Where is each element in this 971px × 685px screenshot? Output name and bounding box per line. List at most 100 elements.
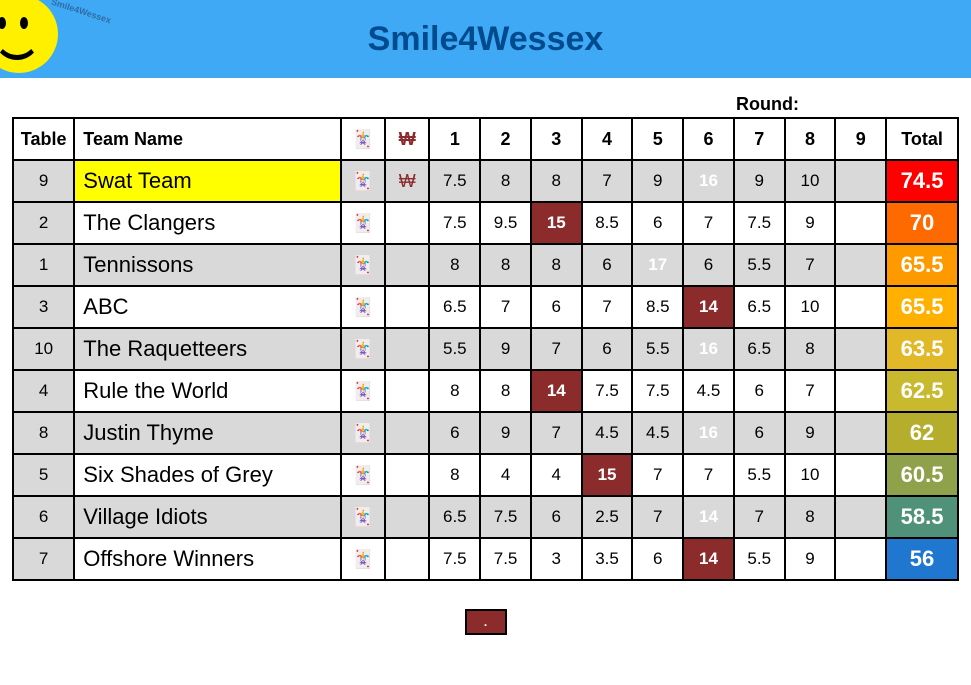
score-cell: 7 — [632, 496, 683, 538]
score-cell: 5.5 — [734, 244, 785, 286]
score-cell: 8 — [429, 454, 480, 496]
score-cell: 7 — [582, 286, 633, 328]
score-cell — [835, 244, 886, 286]
total-cell: 65.5 — [886, 244, 958, 286]
round-label: Round: — [12, 94, 959, 115]
score-cell: 8 — [785, 496, 836, 538]
score-cell: 15 — [531, 202, 582, 244]
joker-icon: 🃏 — [341, 496, 385, 538]
score-cell — [835, 202, 886, 244]
page-title: Smile4Wessex — [0, 20, 971, 59]
table-number-cell: 2 — [13, 202, 74, 244]
header-total: Total — [886, 118, 958, 160]
score-cell: 6 — [734, 370, 785, 412]
header-round-9: 9 — [835, 118, 886, 160]
score-cell: 8 — [429, 244, 480, 286]
header-row: Table Team Name 🃏 ₩ 1 2 3 4 5 6 7 8 9 To… — [13, 118, 958, 160]
score-cell: 6.5 — [429, 496, 480, 538]
score-cell — [835, 286, 886, 328]
total-cell: 56 — [886, 538, 958, 580]
score-cell: 14 — [531, 370, 582, 412]
header-round-4: 4 — [582, 118, 633, 160]
score-cell: 16 — [683, 160, 734, 202]
wager-icon — [385, 412, 429, 454]
score-cell — [835, 454, 886, 496]
score-cell: 9.5 — [480, 202, 531, 244]
score-cell: 16 — [683, 328, 734, 370]
score-cell: 8 — [480, 160, 531, 202]
joker-icon: 🃏 — [341, 202, 385, 244]
table-number-cell: 10 — [13, 328, 74, 370]
score-cell: 9 — [785, 412, 836, 454]
team-name-cell: Village Idiots — [74, 496, 340, 538]
score-cell: 4 — [531, 454, 582, 496]
header-table: Table — [13, 118, 74, 160]
score-cell: 5.5 — [734, 538, 785, 580]
score-cell: 7.5 — [632, 370, 683, 412]
score-cell: 6 — [734, 412, 785, 454]
header-round-2: 2 — [480, 118, 531, 160]
score-cell: 7 — [531, 328, 582, 370]
score-cell: 9 — [785, 538, 836, 580]
score-cell: 3 — [531, 538, 582, 580]
joker-icon: 🃏 — [341, 328, 385, 370]
header-team-name: Team Name — [74, 118, 340, 160]
header-wager-icon: ₩ — [385, 118, 429, 160]
score-cell: 7.5 — [480, 538, 531, 580]
score-cell: 8.5 — [582, 202, 633, 244]
total-cell: 70 — [886, 202, 958, 244]
joker-icon: 🃏 — [341, 244, 385, 286]
score-cell: 9 — [785, 202, 836, 244]
score-cell: 8 — [429, 370, 480, 412]
score-cell: 16 — [683, 412, 734, 454]
score-cell: 7 — [734, 496, 785, 538]
score-cell: 8 — [531, 160, 582, 202]
table-row: 10The Raquetteers🃏5.59765.5166.5863.5 — [13, 328, 958, 370]
score-cell: 10 — [785, 286, 836, 328]
total-cell: 74.5 — [886, 160, 958, 202]
total-cell: 62 — [886, 412, 958, 454]
header-round-1: 1 — [429, 118, 480, 160]
table-number-cell: 4 — [13, 370, 74, 412]
table-number-cell: 5 — [13, 454, 74, 496]
score-cell: 8.5 — [632, 286, 683, 328]
table-number-cell: 8 — [13, 412, 74, 454]
score-cell: 6 — [531, 496, 582, 538]
score-cell: 4.5 — [683, 370, 734, 412]
score-cell: 10 — [785, 160, 836, 202]
wager-icon — [385, 328, 429, 370]
score-cell: 14 — [683, 496, 734, 538]
joker-icon: 🃏 — [341, 286, 385, 328]
score-cell: 5.5 — [632, 328, 683, 370]
score-cell: 9 — [480, 412, 531, 454]
header-bar: Smile4Wessex Smile4Wessex — [0, 0, 971, 78]
wager-icon — [385, 286, 429, 328]
team-name-cell: Tennissons — [74, 244, 340, 286]
score-cell: 15 — [582, 454, 633, 496]
score-cell: 7 — [531, 412, 582, 454]
header-round-5: 5 — [632, 118, 683, 160]
score-cell: 7.5 — [734, 202, 785, 244]
wager-icon — [385, 370, 429, 412]
score-cell: 5.5 — [734, 454, 785, 496]
score-cell: 6 — [582, 244, 633, 286]
header-joker-icon: 🃏 — [341, 118, 385, 160]
table-number-cell: 9 — [13, 160, 74, 202]
score-cell: 5.5 — [429, 328, 480, 370]
team-name-cell: Justin Thyme — [74, 412, 340, 454]
table-row: 2The Clangers🃏7.59.5158.5677.5970 — [13, 202, 958, 244]
team-name-cell: Rule the World — [74, 370, 340, 412]
score-cell: 7.5 — [582, 370, 633, 412]
table-row: 1Tennissons🃏88861765.5765.5 — [13, 244, 958, 286]
score-cell — [835, 496, 886, 538]
table-number-cell: 3 — [13, 286, 74, 328]
score-cell: 7.5 — [429, 538, 480, 580]
score-cell — [835, 538, 886, 580]
score-cell: 17 — [632, 244, 683, 286]
score-cell: 6.5 — [734, 328, 785, 370]
score-cell: 6 — [632, 538, 683, 580]
score-cell: 7 — [683, 202, 734, 244]
joker-icon: 🃏 — [341, 160, 385, 202]
score-cell: 9 — [734, 160, 785, 202]
total-cell: 60.5 — [886, 454, 958, 496]
